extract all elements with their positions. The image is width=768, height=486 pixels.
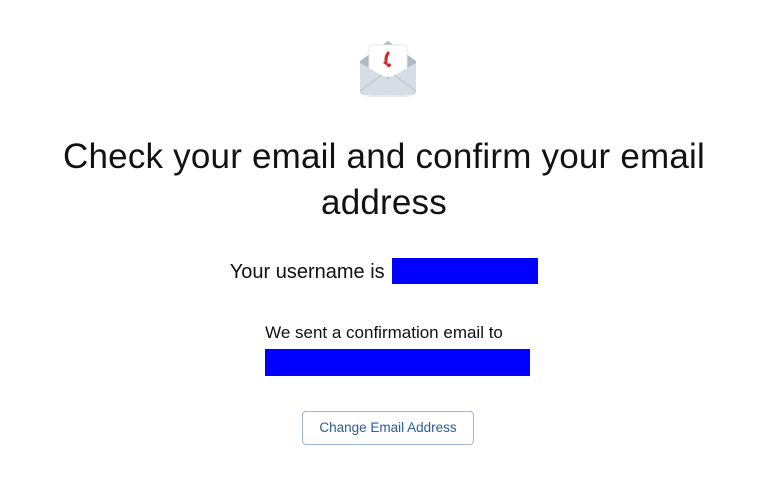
confirmation-sent-label: We sent a confirmation email to: [265, 323, 503, 342]
confirm-email-page: Check your email and confirm your email …: [0, 0, 768, 486]
page-title: Check your email and confirm your email …: [63, 137, 705, 222]
change-email-address-button[interactable]: Change Email Address: [302, 411, 474, 445]
username-line: Your username is: [0, 258, 768, 285]
email-redacted-value: [265, 349, 530, 376]
email-envelope-icon: [359, 41, 417, 97]
username-redacted-value: [392, 258, 539, 284]
username-label: Your username is: [229, 261, 385, 283]
